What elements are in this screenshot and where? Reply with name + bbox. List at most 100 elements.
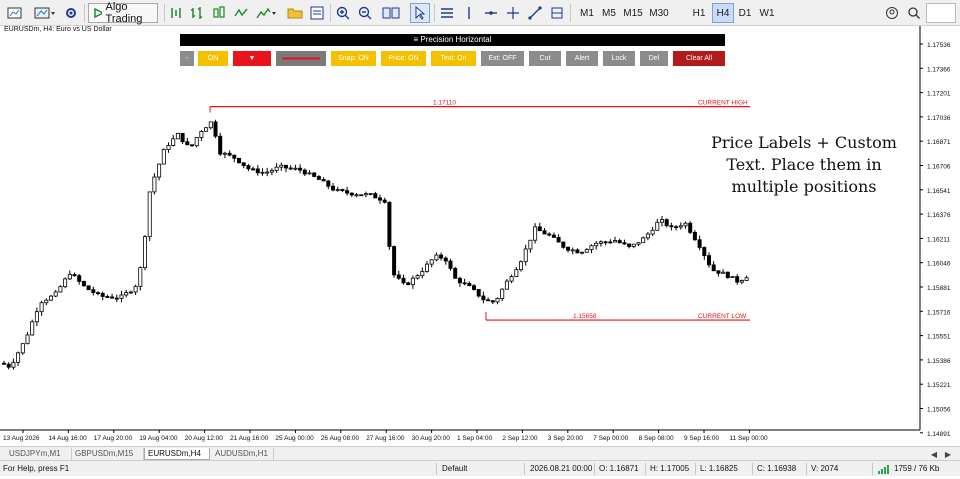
candle-body xyxy=(86,285,91,291)
candle-body xyxy=(396,274,401,279)
candle-body xyxy=(730,276,735,279)
panel-minimize-button[interactable]: - xyxy=(180,51,194,66)
tile-windows-icon[interactable] xyxy=(378,3,404,23)
line-chart-icon[interactable] xyxy=(232,3,250,23)
search-input[interactable] xyxy=(926,3,956,23)
bar-volume: V: 2074 xyxy=(811,464,839,473)
search-icon[interactable] xyxy=(906,3,922,23)
trendline-icon[interactable] xyxy=(526,3,544,23)
timeframe-h1[interactable]: H1 xyxy=(688,3,710,23)
candle-body xyxy=(551,234,556,238)
status-bar: For Help, press F1 Default 2026.08.21 00… xyxy=(0,460,960,476)
vertical-line-icon[interactable] xyxy=(460,3,478,23)
candle-body xyxy=(11,361,16,368)
candle-body xyxy=(627,243,632,247)
candle-body xyxy=(570,249,575,252)
price-tick-label: 1.16541 xyxy=(927,188,951,195)
candle-body xyxy=(645,233,650,239)
panel-del-button[interactable]: Del xyxy=(640,51,668,66)
candle-body xyxy=(481,295,486,301)
new-chart-icon[interactable] xyxy=(4,3,26,23)
candle-body xyxy=(707,255,712,266)
timeframe-w1[interactable]: W1 xyxy=(756,3,778,23)
candle-body xyxy=(67,274,72,280)
candle-body xyxy=(302,169,307,175)
candle-body xyxy=(340,189,345,192)
candle-body xyxy=(500,288,505,299)
zoom-out-icon[interactable] xyxy=(356,3,374,23)
candle-body xyxy=(561,241,566,248)
gear-icon[interactable] xyxy=(62,3,80,23)
price-tick-label: 1.16706 xyxy=(927,164,951,171)
fibonacci-icon[interactable] xyxy=(548,3,566,23)
price-chart[interactable]: 1.17536 1.17366 1.17201 1.17036 1.16871 1.167… xyxy=(0,26,960,446)
tab-eurusdm-h4[interactable]: EURUSDm,H4 xyxy=(144,448,210,460)
candle-body xyxy=(434,254,439,261)
template-icon[interactable] xyxy=(308,3,326,23)
panel-line-style-button[interactable] xyxy=(276,51,326,66)
panel-text-button[interactable]: Text: On xyxy=(431,51,476,66)
tabs-scroll-left-icon[interactable]: ◀ xyxy=(928,448,940,460)
panel-color-dropdown[interactable]: ▼ xyxy=(233,51,271,66)
horizontal-line-icon[interactable] xyxy=(482,3,500,23)
cursor-icon[interactable] xyxy=(410,3,430,23)
candle-body xyxy=(711,264,716,272)
tab-audusdm-h1[interactable]: AUDUSDm,H1 xyxy=(212,448,274,460)
candle-body xyxy=(213,121,218,137)
timeframe-m15[interactable]: M15 xyxy=(620,3,646,23)
candle-body xyxy=(594,242,599,247)
account-icon[interactable] xyxy=(884,3,900,23)
time-tick-label: 27 Aug 16:00 xyxy=(366,435,405,442)
timeframe-d1[interactable]: D1 xyxy=(734,3,756,23)
panel-alert-button[interactable]: Alert xyxy=(566,51,598,66)
time-tick-label: 25 Aug 00:00 xyxy=(275,435,314,442)
panel-price-button[interactable]: Price: ON xyxy=(381,51,426,66)
panel-on-button[interactable]: ON xyxy=(198,51,228,66)
candle-body xyxy=(523,248,528,263)
candle-body xyxy=(359,194,364,197)
candle-body xyxy=(58,286,63,293)
candlestick-chart-icon[interactable] xyxy=(210,3,228,23)
help-text: For Help, press F1 xyxy=(3,464,70,473)
algo-trading-button[interactable]: Algo Trading xyxy=(88,1,158,25)
horizontal-lines-icon[interactable] xyxy=(438,3,456,23)
tab-usdjpym-m1[interactable]: USDJPYm,M1 xyxy=(6,448,72,460)
crosshair-icon[interactable] xyxy=(504,3,522,23)
candle-body xyxy=(453,268,458,279)
candle-body xyxy=(528,239,533,250)
timeframe-m1[interactable]: M1 xyxy=(576,3,598,23)
zoom-in-icon[interactable] xyxy=(334,3,352,23)
panel-clear-all-button[interactable]: Clear All xyxy=(673,51,725,66)
panel-ext-button[interactable]: Ext: OFF xyxy=(481,51,524,66)
candle-body xyxy=(471,285,476,290)
candle-body xyxy=(20,343,25,354)
candle-body xyxy=(157,163,162,178)
indicators-icon[interactable] xyxy=(254,3,280,23)
candle-body xyxy=(133,285,138,293)
tabs-scroll-right-icon[interactable]: ▶ xyxy=(942,448,954,460)
tab-gbpusdm-m15[interactable]: GBPUSDm,M15 xyxy=(72,448,144,460)
candle-body xyxy=(721,271,726,274)
timeframe-h4[interactable]: H4 xyxy=(712,3,734,23)
candle-body xyxy=(265,171,270,174)
timeframe-m30[interactable]: M30 xyxy=(646,3,672,23)
current-low-text-label: CURRENT LOW xyxy=(698,313,747,320)
symbol-label: EURUSDm, H4: Euro vs US Dollar xyxy=(4,26,112,33)
folder-icon[interactable] xyxy=(286,3,304,23)
bar-chart-icon[interactable] xyxy=(188,3,206,23)
candle-body xyxy=(63,278,68,288)
panel-lock-button[interactable]: Lock xyxy=(603,51,635,66)
depth-of-market-icon[interactable] xyxy=(168,3,184,23)
panel-cut-button[interactable]: Cut xyxy=(529,51,561,66)
charts-dropdown-icon[interactable] xyxy=(32,3,58,23)
play-icon xyxy=(94,8,102,18)
candle-body xyxy=(166,145,171,151)
panel-snap-button[interactable]: Snap: ON xyxy=(331,51,376,66)
candle-body xyxy=(692,231,697,241)
algo-trading-label: Algo Trading xyxy=(105,1,143,25)
price-tick-label: 1.15056 xyxy=(927,407,951,414)
panel-title[interactable]: ≡ Precision Horizontal xyxy=(180,34,725,46)
timeframe-m5[interactable]: M5 xyxy=(598,3,620,23)
chart-tabs: USDJPYm,M1 GBPUSDm,M15 EURUSDm,H4 AUDUSD… xyxy=(0,446,960,460)
candle-body xyxy=(678,225,683,228)
